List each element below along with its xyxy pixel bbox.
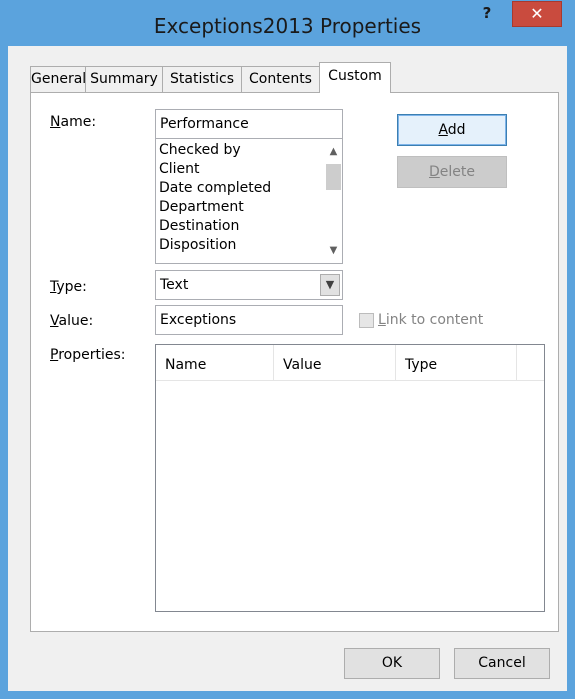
column-header-value[interactable]: Value — [274, 345, 396, 381]
add-button[interactable]: Add — [397, 114, 507, 146]
help-icon: ? — [482, 4, 492, 22]
list-item[interactable]: Date completed — [159, 179, 271, 198]
tab-contents[interactable]: Contents — [241, 66, 320, 92]
tab-general[interactable]: General — [30, 66, 86, 92]
type-select-value: Text — [160, 277, 189, 293]
link-to-content-label: Link to content — [378, 312, 484, 328]
column-header-name[interactable]: Name — [156, 345, 274, 381]
close-button[interactable]: ✕ — [512, 1, 562, 27]
chevron-down-icon[interactable]: ▼ — [320, 274, 340, 296]
cancel-button[interactable]: Cancel — [454, 648, 550, 679]
properties-list[interactable]: Name Value Type — [155, 344, 545, 612]
tab-summary[interactable]: Summary — [85, 66, 163, 92]
properties-dialog: Exceptions2013 Properties ? ✕ General Su… — [0, 0, 575, 699]
list-item[interactable]: Checked by — [159, 141, 271, 160]
name-list-scrollbar[interactable]: ▲ ▼ — [325, 139, 342, 263]
dialog-client-area: General Summary Statistics Contents Cust… — [8, 46, 567, 691]
value-input[interactable]: Exceptions — [155, 305, 343, 335]
close-icon: ✕ — [530, 4, 544, 23]
link-to-content-checkbox[interactable] — [359, 313, 374, 328]
chevron-down-icon[interactable]: ▼ — [325, 242, 342, 259]
name-label: Name: — [50, 114, 97, 130]
type-select[interactable]: Text ▼ — [155, 270, 343, 300]
value-label: Value: — [50, 313, 94, 329]
custom-tab-panel: Name: Performance Checked by Client Date… — [30, 92, 559, 632]
chevron-up-icon[interactable]: ▲ — [325, 143, 342, 160]
tab-custom[interactable]: Custom — [319, 62, 391, 93]
name-list-items: Checked by Client Date completed Departm… — [159, 141, 271, 255]
list-item[interactable]: Disposition — [159, 236, 271, 255]
title-bar[interactable]: Exceptions2013 Properties ? ✕ — [0, 0, 575, 46]
list-item[interactable]: Destination — [159, 217, 271, 236]
properties-label: Properties: — [50, 347, 126, 363]
help-button[interactable]: ? — [474, 1, 500, 25]
tab-statistics[interactable]: Statistics — [162, 66, 242, 92]
type-label: Type: — [50, 279, 87, 295]
name-suggestion-list[interactable]: Checked by Client Date completed Departm… — [155, 138, 343, 264]
properties-list-header: Name Value Type — [156, 345, 544, 381]
scrollbar-thumb[interactable] — [326, 164, 341, 190]
delete-button[interactable]: Delete — [397, 156, 507, 188]
column-header-type[interactable]: Type — [396, 345, 517, 381]
name-input[interactable]: Performance — [155, 109, 343, 139]
ok-button[interactable]: OK — [344, 648, 440, 679]
list-item[interactable]: Department — [159, 198, 271, 217]
list-item[interactable]: Client — [159, 160, 271, 179]
